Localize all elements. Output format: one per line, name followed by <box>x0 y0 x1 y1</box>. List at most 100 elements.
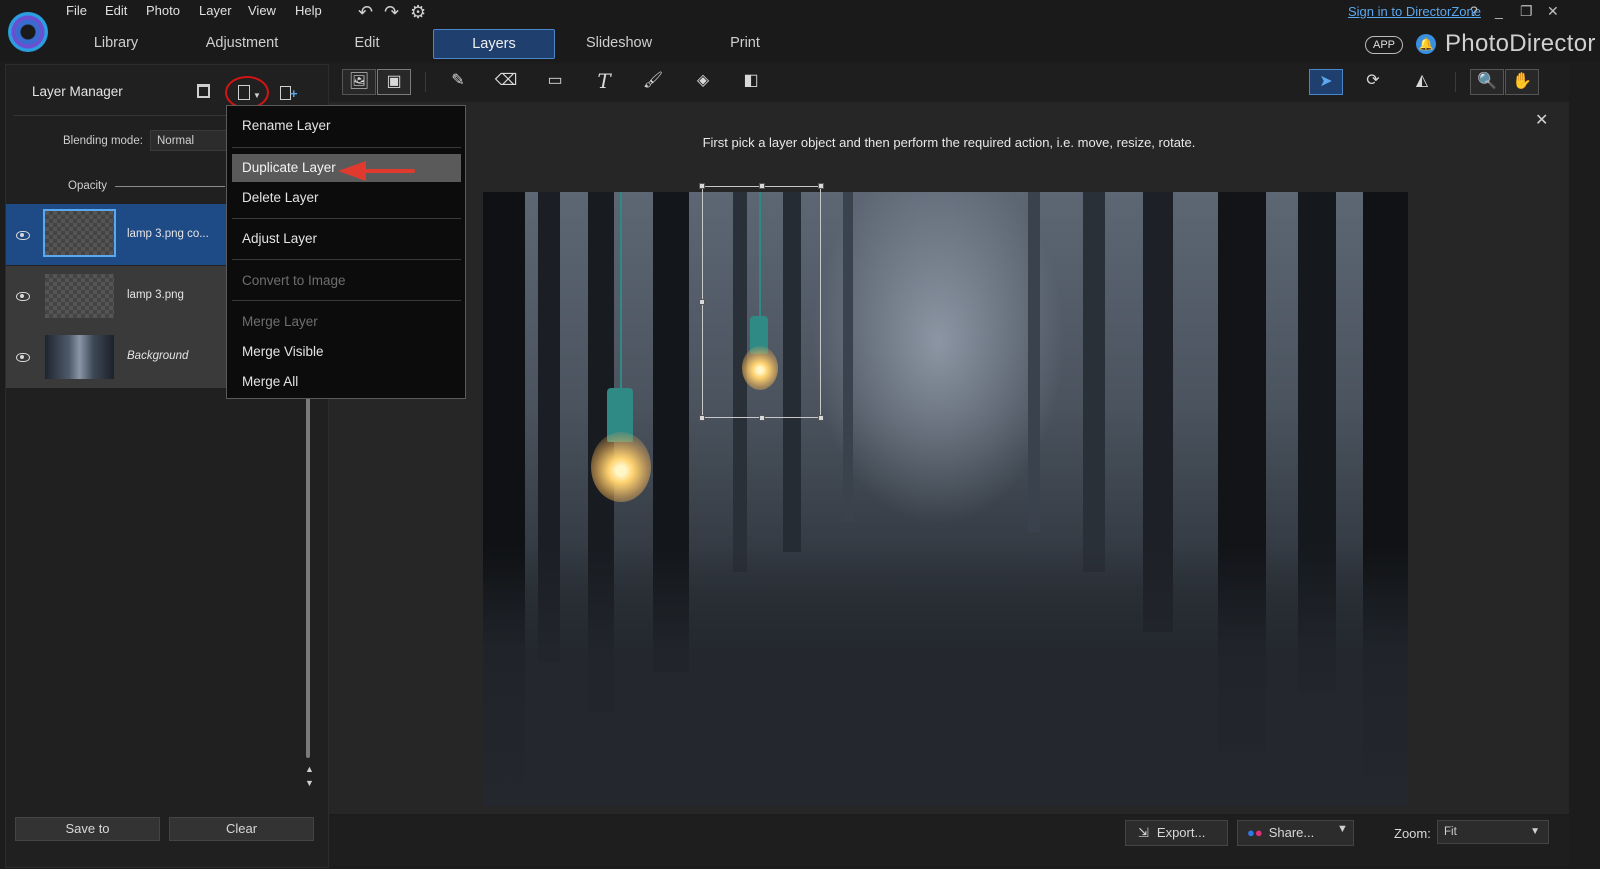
menu-photo[interactable]: Photo <box>146 3 180 18</box>
close-info-icon[interactable]: ✕ <box>1535 110 1548 130</box>
layer-name: lamp 3.png <box>127 289 184 301</box>
tree-trunk <box>1028 192 1040 532</box>
tab-library[interactable]: Library <box>78 29 154 57</box>
zoom-dropdown-icon[interactable]: ▼ <box>1530 821 1540 843</box>
menu-divider <box>232 259 461 260</box>
rectangle-tool-icon[interactable]: ▭ <box>538 69 572 95</box>
menu-layer[interactable]: Layer <box>199 3 232 18</box>
selection-bounding-box[interactable] <box>699 183 824 421</box>
gradient-tool-icon[interactable]: ◧ <box>734 69 768 95</box>
image-layer-tool-icon[interactable]: 🖼 <box>342 69 376 95</box>
settings-gear-icon[interactable]: ⚙ <box>410 2 426 23</box>
undo-icon[interactable]: ↶ <box>358 2 373 23</box>
select-move-tool-icon[interactable]: ➤ <box>1309 69 1343 95</box>
photodirector-logo-icon <box>8 12 48 52</box>
notification-bell-icon[interactable]: 🔔 <box>1416 34 1436 54</box>
layer-thumbnail <box>43 209 116 257</box>
blending-mode-select[interactable]: Normal <box>150 130 230 151</box>
light-bulb <box>591 432 651 502</box>
annotation-red-arrow-icon <box>338 161 366 181</box>
forest-ground <box>483 546 1408 806</box>
export-label: Export... <box>1156 825 1206 840</box>
photo-layer-tool-icon[interactable]: ▣ <box>377 69 411 95</box>
export-button[interactable]: ⇲ Export... <box>1125 820 1228 846</box>
visibility-eye-icon[interactable] <box>16 292 30 301</box>
resize-handle[interactable] <box>699 299 705 305</box>
menu-file[interactable]: File <box>66 3 87 18</box>
delete-layer-trash-icon[interactable] <box>197 84 210 98</box>
toolbar-divider <box>1455 72 1456 92</box>
app-badge[interactable]: APP <box>1365 36 1403 54</box>
share-dot-blue-icon: ● <box>1247 825 1255 840</box>
layer-name: lamp 3.png co... <box>127 228 209 240</box>
toolbar-divider <box>425 72 426 92</box>
text-tool-icon[interactable]: T <box>587 69 621 95</box>
menu-help[interactable]: Help <box>295 3 322 18</box>
brush-tool-icon[interactable]: 🖌 <box>636 69 670 95</box>
sign-in-link[interactable]: Sign in to DirectorZone <box>1348 4 1481 19</box>
clear-button[interactable]: Clear <box>169 817 314 841</box>
zoom-magnifier-icon[interactable]: 🔍 <box>1470 69 1504 95</box>
zoom-value: Fit <box>1444 826 1457 838</box>
pan-hand-icon[interactable]: ✋ <box>1505 69 1539 95</box>
layer-list-scrollbar[interactable] <box>306 380 310 758</box>
eraser-tool-icon[interactable]: ⌫ <box>489 69 523 95</box>
rotate-tool-icon[interactable]: ⟳ <box>1356 69 1390 95</box>
menu-item-delete-layer[interactable]: Delete Layer <box>242 190 319 205</box>
photo-canvas[interactable] <box>483 192 1408 806</box>
lamp-wire <box>620 192 622 390</box>
layer-row-background[interactable] <box>6 327 226 388</box>
tab-adjustment[interactable]: Adjustment <box>200 29 284 57</box>
opacity-slider[interactable] <box>115 186 225 187</box>
share-dropdown-icon[interactable]: ▼ <box>1337 823 1348 835</box>
resize-handle[interactable] <box>699 415 705 421</box>
resize-handle[interactable] <box>759 183 765 189</box>
flip-tool-icon[interactable]: ◭ <box>1405 69 1439 95</box>
menu-item-merge-all[interactable]: Merge All <box>242 374 298 389</box>
menu-item-adjust-layer[interactable]: Adjust Layer <box>242 231 317 246</box>
resize-handle[interactable] <box>699 183 705 189</box>
tree-trunk <box>1083 192 1105 572</box>
zoom-label: Zoom: <box>1394 826 1431 841</box>
resize-handle[interactable] <box>818 183 824 189</box>
plus-icon[interactable]: + <box>290 86 298 101</box>
scroll-down-arrow-icon[interactable]: ▼ <box>305 778 314 788</box>
brand-name: PhotoDirector <box>1445 30 1596 57</box>
minimize-icon[interactable]: _ <box>1495 3 1503 19</box>
bottom-bar <box>329 816 1569 866</box>
resize-handle[interactable] <box>759 415 765 421</box>
visibility-eye-icon[interactable] <box>16 353 30 362</box>
tab-edit[interactable]: Edit <box>340 29 394 57</box>
share-label: Share... <box>1268 825 1315 840</box>
tab-print[interactable]: Print <box>722 29 768 57</box>
menu-item-duplicate-layer[interactable]: Duplicate Layer <box>242 160 336 175</box>
menu-divider <box>232 147 461 148</box>
panel-title: Layer Manager <box>32 84 123 99</box>
menu-edit[interactable]: Edit <box>105 3 127 18</box>
fill-bucket-tool-icon[interactable]: ◈ <box>686 69 720 95</box>
share-dot-pink-icon: ● <box>1254 825 1263 840</box>
menu-view[interactable]: View <box>248 3 276 18</box>
layer-name: Background <box>127 350 189 362</box>
close-window-icon[interactable]: ✕ <box>1547 3 1559 20</box>
menu-divider <box>232 300 461 301</box>
annotation-red-arrow-shaft <box>365 169 415 173</box>
help-button[interactable]: ? <box>1470 3 1478 19</box>
scroll-up-arrow-icon[interactable]: ▲ <box>305 764 314 774</box>
save-to-button[interactable]: Save to <box>15 817 160 841</box>
export-icon: ⇲ <box>1138 825 1149 840</box>
zoom-select[interactable]: Fit ▼ <box>1437 820 1549 844</box>
menu-item-rename-layer[interactable]: Rename Layer <box>242 118 331 133</box>
resize-handle[interactable] <box>818 415 824 421</box>
menu-item-merge-layer: Merge Layer <box>242 314 318 329</box>
layer-thumbnail <box>45 335 114 379</box>
restore-icon[interactable]: ❐ <box>1520 3 1533 20</box>
redo-icon[interactable]: ↷ <box>384 2 399 23</box>
pencil-tool-icon[interactable]: ✎ <box>441 69 475 95</box>
visibility-eye-icon[interactable] <box>16 231 30 240</box>
tab-layers[interactable]: Layers <box>433 29 555 59</box>
opacity-label: Opacity <box>68 180 107 192</box>
tab-slideshow[interactable]: Slideshow <box>580 29 658 57</box>
layer-row-lamp[interactable] <box>6 266 226 327</box>
menu-item-merge-visible[interactable]: Merge Visible <box>242 344 324 359</box>
